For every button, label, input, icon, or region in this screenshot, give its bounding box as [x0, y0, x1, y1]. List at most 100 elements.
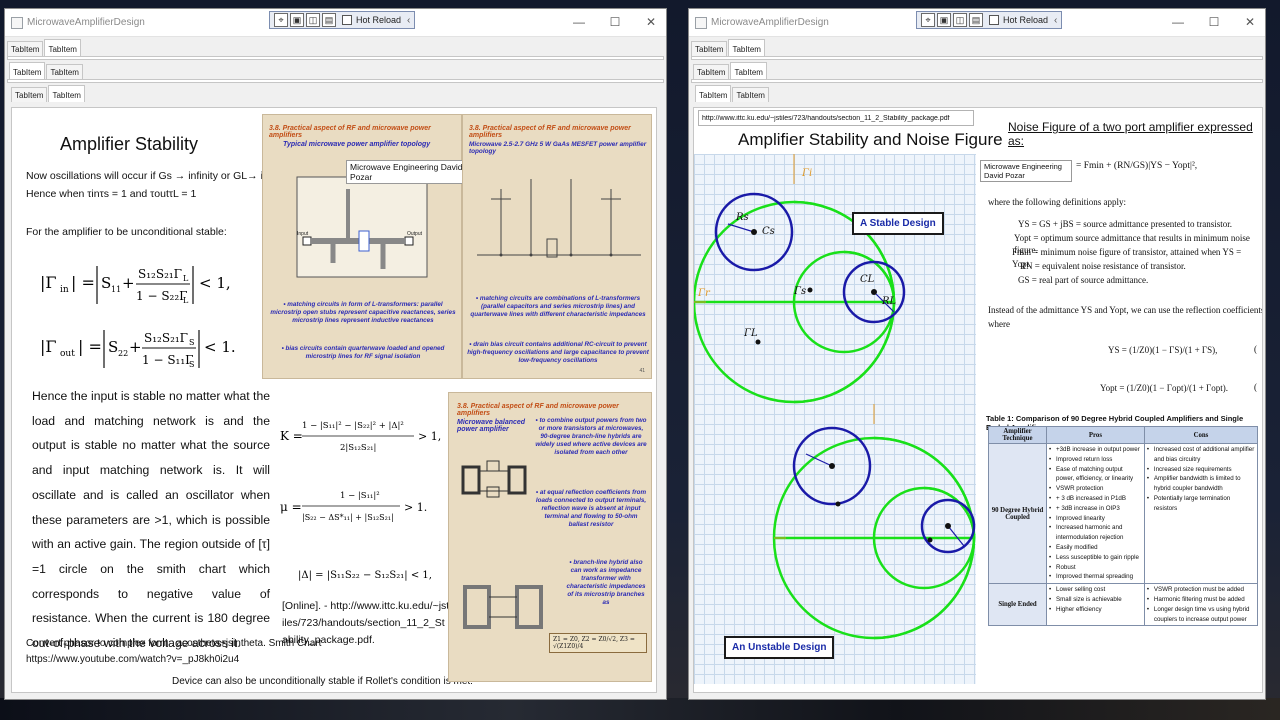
tab-row-3: TabItem TabItem: [689, 85, 1265, 102]
window-controls: — ☐ ✕: [572, 15, 658, 29]
desktop-background-strip: [0, 698, 1280, 720]
gamma-out-equation: |Γ out | = S 22 + S₁₂S₂₁Γ S 1 − S₁₁Γ S <…: [40, 322, 240, 372]
label-rl: RL: [881, 296, 897, 307]
svg-text:11: 11: [111, 285, 121, 294]
app-icon: [11, 16, 23, 29]
list-item: Increased size requirements: [1147, 465, 1255, 475]
collapse-chevron-icon[interactable]: ‹: [1054, 15, 1057, 26]
stability-explanation: Hence the input is stable no matter what…: [32, 389, 270, 651]
close-icon[interactable]: ✕: [644, 15, 658, 29]
rollet-equations-panel: K = 1 − |S₁₁|² − |S₂₂|² + |Δ|² 2|S₁₂S₂₁|…: [274, 388, 446, 628]
tab-level3-a[interactable]: TabItem: [11, 87, 48, 102]
svg-text:S: S: [101, 274, 111, 292]
gamma-out-equation-graphic: |Γ out | = S 22 + S₁₂S₂₁Γ S 1 − S₁₁Γ S <…: [40, 330, 236, 369]
display-layout-icon[interactable]: ▣: [290, 13, 304, 27]
svg-text:| =: | =: [71, 273, 95, 292]
slide-bullet-3: • branch-line hybrid also can work as im…: [566, 559, 646, 606]
noise-figure-content: Amplifier Stability and Noise Figure: [693, 107, 1263, 693]
tab-panel-2: [7, 79, 664, 83]
ys-equation: YS = (1/Z0)(1 − ΓS)/(1 + ΓS),: [1108, 345, 1218, 355]
minimize-icon[interactable]: —: [572, 15, 586, 29]
tab-level3-b[interactable]: TabItem: [48, 85, 85, 102]
select-element-icon[interactable]: ⌖: [274, 13, 288, 27]
list-item: Less susceptible to gain ripple: [1049, 553, 1142, 563]
list-item: Harmonic filtering must be added: [1147, 595, 1255, 605]
close-icon[interactable]: ✕: [1243, 15, 1257, 29]
adorner-icon[interactable]: ▤: [322, 13, 336, 27]
hot-reload-checkbox[interactable]: [342, 15, 352, 25]
slide-subtitle: Typical microwave power amplifier topolo…: [283, 141, 431, 148]
title-bar[interactable]: MicrowaveAmplifierDesign ⌖ ▣ ◫ ▤ Hot Rel…: [689, 9, 1265, 37]
slide-bullet-1: • to combine output powers from two or m…: [535, 417, 647, 456]
track-focus-icon[interactable]: ◫: [306, 13, 320, 27]
tab-level2-b[interactable]: TabItem: [46, 64, 83, 79]
rollet-note: Device can also be unconditionally stabl…: [172, 676, 473, 687]
slide-bullet-2: • drain bias circuit contains additional…: [467, 341, 649, 364]
table-row: 90 Degree Hybrid Coupled +3dB increase i…: [988, 442, 1259, 585]
svg-text:L: L: [183, 296, 189, 305]
display-layout-icon[interactable]: ▣: [937, 13, 951, 27]
slide-heading: 3.8. Practical aspect of RF and microwav…: [269, 125, 431, 139]
label-rs: Rs: [735, 212, 749, 223]
list-item: Ease of matching output power, efficienc…: [1049, 465, 1142, 485]
stability-content: Amplifier Stability Now oscillations wil…: [11, 107, 657, 693]
url-field[interactable]: [698, 110, 974, 126]
maximize-icon[interactable]: ☐: [1207, 15, 1221, 29]
list-item: Higher efficiency: [1049, 605, 1142, 615]
left-app-window: MicrowaveAmplifierDesign ⌖ ▣ ◫ ▤ Hot Rel…: [4, 8, 667, 700]
tab-panel-2: [691, 79, 1263, 83]
maximize-icon[interactable]: ☐: [608, 15, 622, 29]
list-item: Increased harmonic and intermodulation r…: [1049, 523, 1142, 543]
track-focus-icon[interactable]: ◫: [953, 13, 967, 27]
hot-reload-checkbox[interactable]: [989, 15, 999, 25]
pozar-label-right: Microwave Engineering David Pozar: [980, 160, 1072, 182]
window-title: MicrowaveAmplifierDesign: [27, 17, 145, 28]
right-app-window: MicrowaveAmplifierDesign ⌖ ▣ ◫ ▤ Hot Rel…: [688, 8, 1266, 700]
list-item: Increased cost of additional amplifier a…: [1147, 445, 1255, 465]
hot-reload-label: Hot Reload: [1003, 15, 1049, 25]
title-bar[interactable]: MicrowaveAmplifierDesign ⌖ ▣ ◫ ▤ Hot Rel…: [5, 9, 666, 37]
svg-text:22: 22: [118, 349, 128, 358]
rollet-equations-graphic: K = 1 − |S₁₁|² − |S₂₂|² + |Δ|² 2|S₁₂S₂₁|…: [280, 421, 441, 581]
window-title: MicrowaveAmplifierDesign: [711, 17, 829, 28]
tab-level3-b[interactable]: TabItem: [732, 87, 769, 102]
yopt-equation: Yopt = (1/Z0)(1 − Γopt)/(1 + Γopt).: [1100, 383, 1228, 393]
adorner-icon[interactable]: ▤: [969, 13, 983, 27]
list-item: +3dB increase in output power: [1049, 445, 1142, 455]
slide-bullet-2: • bias circuits contain quarterwave load…: [281, 345, 445, 360]
svg-text:1 − |S₁₁|² − |S₂₂|² + |Δ|²: 1 − |S₁₁|² − |S₂₂|² + |Δ|²: [302, 421, 404, 431]
svg-text:2|S₁₂S₂₁|: 2|S₁₂S₂₁|: [340, 443, 376, 453]
noise-figure-title: Noise Figure of a two port amplifier exp…: [1008, 120, 1253, 148]
list-item: VSWR protection: [1049, 484, 1142, 494]
tab-level1-a[interactable]: TabItem: [691, 41, 728, 56]
select-element-icon[interactable]: ⌖: [921, 13, 935, 27]
tab-level1-b[interactable]: TabItem: [728, 39, 765, 56]
svg-text:K =: K =: [280, 429, 303, 443]
hot-reload-toolbar: ⌖ ▣ ◫ ▤ Hot Reload ‹: [916, 11, 1063, 29]
list-item: Robust: [1049, 563, 1142, 573]
slide-heading: 3.8. Practical aspect of RF and microwav…: [469, 125, 631, 139]
where-text: where: [988, 319, 1010, 329]
youtube-link[interactable]: https://www.youtube.com/watch?v=_pJ8kh0i…: [26, 654, 239, 665]
tab-row-2: TabItem TabItem: [689, 62, 1265, 79]
tab-level1-a[interactable]: TabItem: [7, 41, 44, 56]
svg-text:S₁₂S₂₁Γ: S₁₂S₂₁Γ: [138, 267, 182, 281]
list-item: Improved thermal spreading: [1049, 572, 1142, 582]
comparison-table: Amplifier Technique Pros Cons 90 Degree …: [988, 426, 1259, 627]
noise-figure-equation: = Fmin + (RN/GS)|YS − Yopt|²,: [1076, 161, 1198, 171]
list-item: Longer design time vs using hybrid coupl…: [1147, 605, 1255, 625]
minimize-icon[interactable]: —: [1171, 15, 1185, 29]
tab-level1-b[interactable]: TabItem: [44, 39, 81, 56]
list-item: Lower selling cost: [1049, 585, 1142, 595]
def-rn: RN = equivalent noise resistance of tran…: [1020, 261, 1186, 271]
oscillation-line: Now oscillations will occur if Gs → infi…: [26, 170, 293, 182]
collapse-chevron-icon[interactable]: ‹: [407, 15, 410, 26]
tab-level2-a[interactable]: TabItem: [693, 64, 730, 79]
gamma-in-equation-graphic: |Γ in | = S 11 + S₁₂S₂₁Γ L 1 − S₂₂Γ L < …: [40, 266, 231, 305]
svg-text:in: in: [60, 285, 69, 295]
tab-level3-a[interactable]: TabItem: [695, 85, 732, 102]
tab-level2-b[interactable]: TabItem: [730, 62, 767, 79]
tab-level2-a[interactable]: TabItem: [9, 62, 46, 79]
pros-cell: Lower selling cost Small size is achieva…: [1046, 583, 1145, 627]
svg-text:> 1,: > 1,: [418, 430, 441, 443]
